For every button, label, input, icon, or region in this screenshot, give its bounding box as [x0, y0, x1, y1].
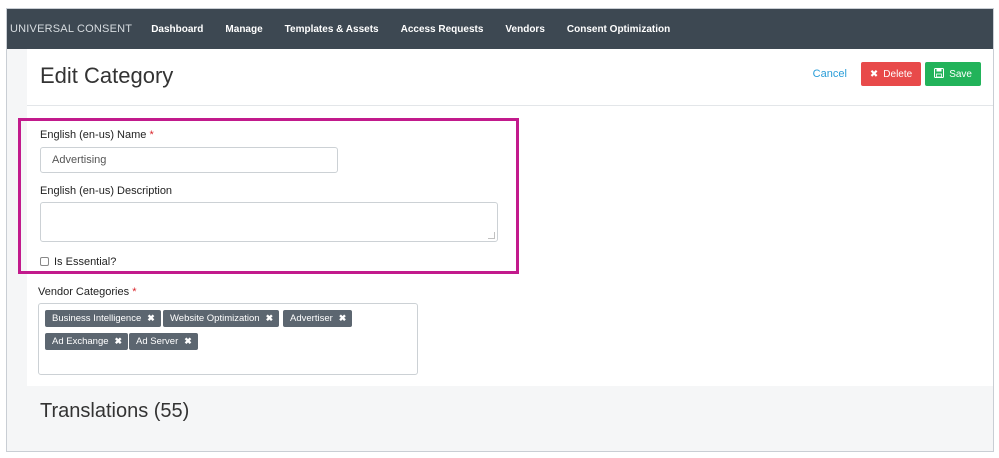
brand-title: UNIVERSAL CONSENT: [10, 23, 133, 35]
nav-item-access-requests[interactable]: Access Requests: [390, 24, 495, 35]
header-divider: [27, 105, 993, 106]
tag-advertiser: Advertiser ✖: [283, 310, 353, 327]
translations-heading: Translations (55): [40, 400, 190, 422]
remove-tag-icon[interactable]: ✖: [147, 313, 155, 324]
save-label: Save: [949, 68, 972, 80]
floppy-disk-icon: [934, 67, 945, 81]
remove-tag-icon[interactable]: ✖: [339, 313, 347, 324]
page-title: Edit Category: [40, 63, 174, 88]
vendor-categories-label-text: Vendor Categories: [38, 286, 130, 298]
tag-label: Business Intelligence: [52, 313, 142, 324]
nav-item-templates-assets[interactable]: Templates & Assets: [274, 24, 390, 35]
save-button[interactable]: Save: [925, 62, 981, 86]
top-navigation: UNIVERSAL CONSENT Dashboard Manage Templ…: [7, 9, 993, 49]
remove-tag-icon[interactable]: ✖: [266, 313, 274, 324]
tag-ad-server: Ad Server ✖: [129, 333, 198, 350]
tag-website-optimization: Website Optimization ✖: [163, 310, 280, 327]
nav-item-consent-optimization[interactable]: Consent Optimization: [556, 24, 681, 35]
tag-business-intelligence: Business Intelligence ✖: [45, 310, 161, 327]
highlight-box: [18, 118, 519, 274]
remove-tag-icon[interactable]: ✖: [115, 336, 123, 347]
delete-button[interactable]: ✖ Delete: [860, 62, 922, 86]
delete-label: Delete: [883, 68, 913, 80]
nav-item-manage[interactable]: Manage: [214, 24, 273, 35]
cancel-link[interactable]: Cancel: [813, 68, 847, 80]
close-icon: ✖: [869, 68, 879, 80]
tag-label: Ad Exchange: [52, 336, 109, 347]
nav-item-dashboard[interactable]: Dashboard: [140, 24, 214, 35]
required-marker: *: [132, 286, 137, 298]
nav-item-vendors[interactable]: Vendors: [494, 24, 555, 35]
vendor-categories-select[interactable]: Business Intelligence ✖ Website Optimiza…: [38, 303, 418, 375]
remove-tag-icon[interactable]: ✖: [184, 336, 192, 347]
header-actions: Cancel ✖ Delete Save: [813, 62, 981, 86]
tag-label: Ad Server: [136, 336, 179, 347]
tag-ad-exchange: Ad Exchange ✖: [45, 333, 129, 350]
vendor-categories-label: Vendor Categories *: [38, 286, 136, 298]
tag-label: Website Optimization: [170, 313, 260, 324]
tag-label: Advertiser: [290, 313, 333, 324]
